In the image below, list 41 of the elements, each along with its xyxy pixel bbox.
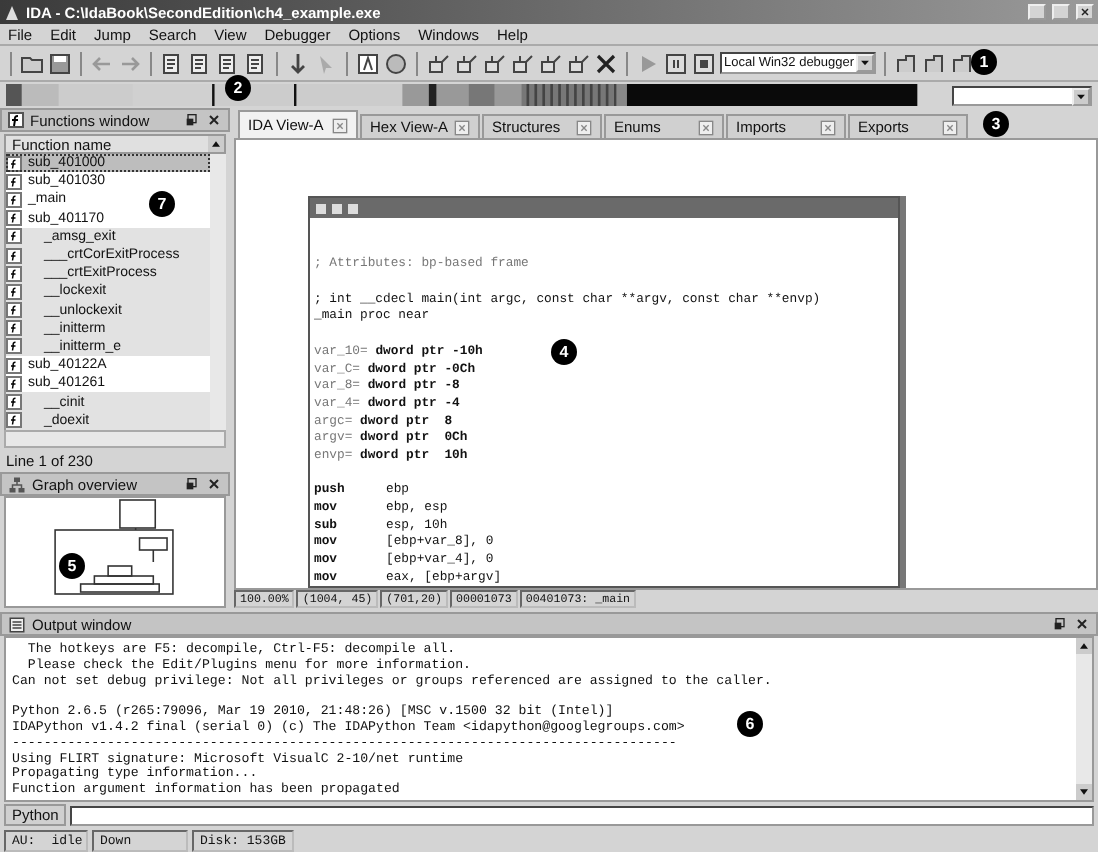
tool-icon[interactable] — [922, 51, 946, 75]
graph-node[interactable] — [308, 196, 900, 588]
callout-badge: 1 — [971, 49, 997, 75]
scrollbar[interactable] — [1076, 638, 1092, 800]
callout-badge: 2 — [225, 75, 251, 101]
tool-icon[interactable] — [894, 51, 918, 75]
close-icon[interactable] — [1074, 616, 1090, 632]
scroll-up-icon[interactable] — [208, 136, 224, 152]
address-select[interactable] — [952, 85, 1092, 105]
document-icon[interactable] — [244, 51, 268, 75]
float-icon[interactable] — [184, 112, 200, 128]
close-icon[interactable] — [206, 476, 222, 492]
graph-icon[interactable] — [8, 475, 26, 493]
document-icon[interactable] — [160, 51, 184, 75]
down-arrow-icon[interactable] — [286, 51, 310, 75]
scroll-up-icon[interactable] — [1076, 638, 1092, 654]
float-icon[interactable] — [184, 476, 200, 492]
pause-icon[interactable] — [664, 51, 688, 75]
close-button[interactable] — [1076, 4, 1094, 20]
scrollbar[interactable] — [210, 154, 226, 430]
scrollbar[interactable] — [4, 430, 226, 448]
dropdown-arrow-icon — [856, 54, 874, 72]
dropdown-arrow-icon — [1072, 87, 1090, 105]
function-icon — [8, 112, 24, 128]
graph-overview-drawing[interactable] — [4, 496, 226, 608]
folder-icon[interactable] — [20, 51, 44, 75]
callout-badge: 3 — [983, 111, 1009, 137]
save-icon[interactable] — [48, 51, 72, 75]
document-icon[interactable] — [188, 51, 212, 75]
scroll-down-icon[interactable] — [1076, 784, 1092, 800]
stop-icon[interactable] — [692, 51, 716, 75]
text-icon[interactable] — [356, 51, 380, 75]
app-icon — [4, 3, 20, 21]
delete-icon[interactable] — [594, 51, 618, 75]
python-input[interactable] — [70, 805, 1094, 825]
tool-icon[interactable] — [950, 51, 974, 75]
window-icon[interactable] — [8, 615, 26, 633]
close-icon[interactable] — [206, 112, 222, 128]
document-icon[interactable] — [216, 51, 240, 75]
float-icon[interactable] — [1052, 616, 1068, 632]
circle-icon[interactable] — [384, 51, 408, 75]
